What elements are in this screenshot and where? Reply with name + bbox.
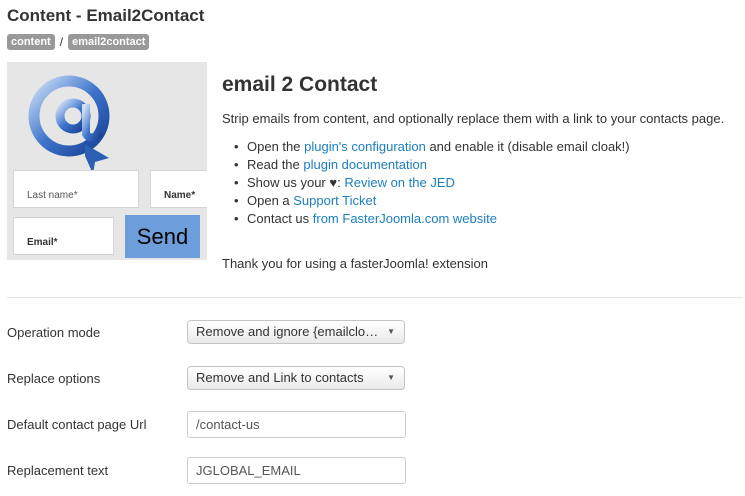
mock-last-name-label: Last name* [27,190,78,201]
item-text: Open the [247,139,305,154]
plugin-links-list: • Open the plugin's configuration and ena… [234,138,630,228]
operation-mode-label: Operation mode [7,325,101,340]
plugin-info: email 2 Contact [222,72,742,98]
bullet-icon: • [234,193,239,208]
bullet-icon: • [234,211,239,226]
replace-options-value: Remove and Link to contacts [196,370,364,385]
thanks-message: Thank you for using a fasterJoomla! exte… [222,256,488,271]
list-item: • Contact us from FasterJoomla.com websit… [234,210,630,228]
replace-options-select[interactable]: Remove and Link to contacts ▼ [187,366,405,390]
mock-last-name-field: Last name* [13,170,139,208]
replace-options-label: Replace options [7,371,101,386]
bullet-icon: • [234,139,239,154]
at-sign-icon [28,75,110,174]
plugin-heading: email 2 Contact [222,73,378,96]
mock-name-field: Name* [150,170,207,208]
list-item: • Read the plugin documentation [234,156,630,174]
breadcrumb: content / email2contact [7,34,150,50]
fasterjoomla-website-link[interactable]: from FasterJoomla.com website [313,211,497,226]
operation-mode-value: Remove and ignore {emailclo… [196,324,379,339]
divider [7,297,743,298]
replacement-text-label: Replacement text [7,463,109,478]
item-text: Open a [247,193,294,208]
mock-email-field: Email* [13,217,114,255]
chevron-down-icon: ▼ [387,373,395,382]
plugin-description: Strip emails from content, and optionall… [222,111,725,126]
contact-url-label: Default contact page Url [7,417,147,432]
item-text: Read the [247,157,304,172]
mock-email-label: Email* [27,237,58,248]
bullet-icon: • [234,157,239,172]
support-ticket-link[interactable]: Support Ticket [293,193,376,208]
mock-name-label: Name* [164,190,196,201]
page-title: Content - Email2Contact [7,6,205,25]
item-text: Show us your ♥: [247,175,345,190]
contact-url-input[interactable]: /contact-us [187,411,406,438]
review-jed-link[interactable]: Review on the JED [344,175,455,190]
chevron-down-icon: ▼ [387,327,395,336]
tag-content[interactable]: content [7,34,55,50]
plugin-preview-image: Last name* Name* Email* Send [7,62,207,260]
operation-mode-select[interactable]: Remove and ignore {emailclo… ▼ [187,320,405,344]
item-text: and enable it (disable email cloak!) [425,139,630,154]
item-text: Contact us [247,211,313,226]
breadcrumb-separator: / [59,35,64,49]
list-item: • Show us your ♥: Review on the JED [234,174,630,192]
list-item: • Open a Support Ticket [234,192,630,210]
mock-send-button: Send [125,215,200,258]
tag-email2contact[interactable]: email2contact [68,34,150,50]
list-item: • Open the plugin's configuration and ena… [234,138,630,156]
plugin-configuration-link[interactable]: plugin's configuration [304,139,426,154]
bullet-icon: • [234,175,239,190]
replacement-text-input[interactable]: JGLOBAL_EMAIL [187,457,406,484]
plugin-documentation-link[interactable]: plugin documentation [303,157,427,172]
